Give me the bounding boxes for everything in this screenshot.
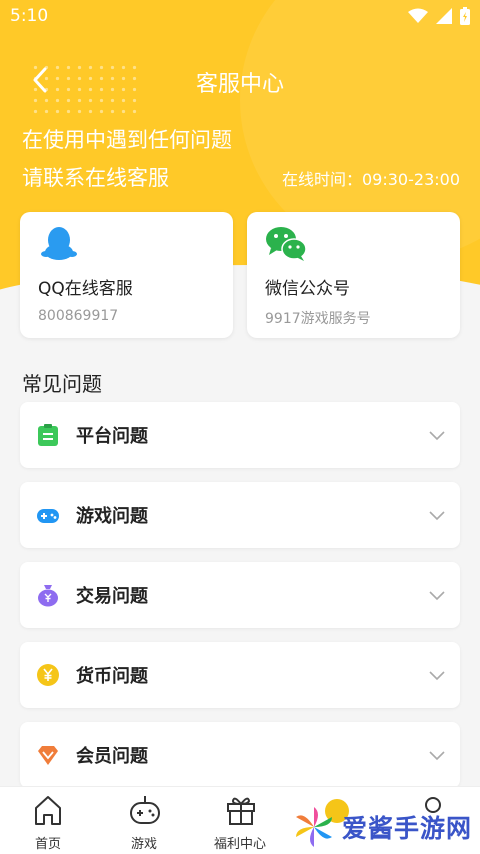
tab-games[interactable]: 游戏 bbox=[96, 787, 192, 854]
tab-label: 游戏 bbox=[130, 837, 157, 852]
wechat-account-title: 微信公众号 bbox=[265, 279, 350, 299]
pinwheel-logo-icon bbox=[296, 807, 332, 847]
home-icon bbox=[35, 796, 61, 825]
battery-icon bbox=[460, 7, 470, 25]
faq-item-label: 货币问题 bbox=[76, 666, 148, 687]
faq-item-label: 会员问题 bbox=[76, 746, 148, 767]
chevron-down-icon bbox=[429, 591, 445, 601]
diamond-icon bbox=[38, 746, 58, 765]
intro-line-1: 在使用中遇到任何问题 bbox=[22, 128, 232, 152]
gamepad-icon bbox=[37, 509, 59, 523]
faq-item-label: 平台问题 bbox=[76, 426, 148, 447]
wechat-icon bbox=[266, 227, 307, 261]
gamepad-icon bbox=[130, 796, 160, 824]
qq-number: 800869917 bbox=[38, 308, 119, 324]
clipboard-icon bbox=[38, 424, 58, 446]
chevron-down-icon bbox=[429, 511, 445, 521]
tab-home[interactable]: 首页 bbox=[0, 787, 96, 854]
chevron-down-icon bbox=[429, 671, 445, 681]
watermark: 爱酱手游网 bbox=[292, 804, 476, 850]
page-title: 客服中心 bbox=[195, 72, 284, 97]
faq-item-trade[interactable]: 交易问题 bbox=[20, 562, 460, 628]
qq-penguin-icon bbox=[41, 227, 77, 260]
faq-heading: 常见问题 bbox=[22, 372, 102, 396]
wechat-account-card[interactable]: 微信公众号 9917游戏服务号 bbox=[247, 212, 460, 338]
money-bag-icon bbox=[38, 585, 58, 607]
faq-item-label: 游戏问题 bbox=[76, 506, 148, 527]
gift-icon bbox=[227, 797, 255, 825]
wifi-icon bbox=[408, 8, 428, 23]
status-time: 5:10 bbox=[10, 6, 49, 26]
qq-service-card[interactable]: QQ在线客服 800869917 bbox=[20, 212, 233, 338]
service-hours: 在线时间：09:30-23:00 bbox=[282, 170, 460, 189]
top-nav: 客服中心 bbox=[0, 58, 480, 102]
coin-icon bbox=[37, 664, 59, 686]
faq-item-game[interactable]: 游戏问题 bbox=[20, 482, 460, 548]
wechat-account-name: 9917游戏服务号 bbox=[265, 311, 371, 327]
faq-item-platform[interactable]: 平台问题 bbox=[20, 402, 460, 468]
tab-welfare-center[interactable]: 福利中心 bbox=[192, 787, 288, 854]
watermark-text: 爱酱手游网 bbox=[342, 814, 473, 843]
qq-service-title: QQ在线客服 bbox=[38, 279, 133, 299]
signal-icon bbox=[436, 8, 452, 24]
faq-item-label: 交易问题 bbox=[76, 586, 148, 607]
status-bar: 5:10 bbox=[0, 0, 480, 34]
faq-item-membership[interactable]: 会员问题 bbox=[20, 722, 460, 788]
tab-label: 首页 bbox=[34, 837, 61, 852]
chevron-down-icon bbox=[429, 431, 445, 441]
faq-item-currency[interactable]: 货币问题 bbox=[20, 642, 460, 708]
status-icons bbox=[408, 7, 470, 25]
chevron-down-icon bbox=[429, 751, 445, 761]
intro-line-2: 请联系在线客服 bbox=[22, 166, 169, 190]
tab-label: 福利中心 bbox=[213, 837, 266, 852]
